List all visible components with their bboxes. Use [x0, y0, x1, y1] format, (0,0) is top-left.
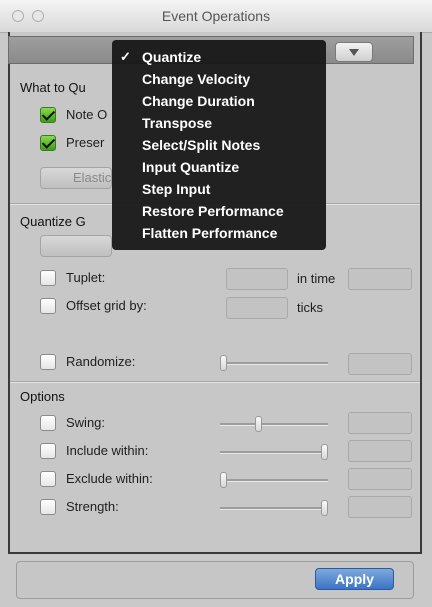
title-bar: Event Operations: [0, 0, 432, 33]
include-within-field[interactable]: [348, 440, 412, 462]
menu-item-flatten-performance[interactable]: Flatten Performance: [112, 222, 326, 244]
randomize-slider-track: [220, 362, 328, 365]
menu-item-label: Change Velocity: [142, 71, 251, 87]
menu-item-select-split-notes[interactable]: Select/Split Notes: [112, 134, 326, 156]
include-slider-track: [220, 451, 328, 454]
menu-item-transpose[interactable]: Transpose: [112, 112, 326, 134]
event-operations-window: Event Operations What to Qu Note O Prese…: [0, 0, 432, 607]
apply-button[interactable]: Apply: [315, 568, 394, 590]
strength-checkbox[interactable]: [40, 499, 56, 515]
menu-item-label: Select/Split Notes: [142, 137, 261, 153]
chevron-down-icon: [349, 49, 359, 56]
swing-field[interactable]: [348, 412, 412, 434]
operation-select-button[interactable]: [335, 42, 373, 62]
checkmark-icon: ✓: [120, 49, 131, 64]
menu-item-label: Step Input: [142, 181, 211, 197]
quantize-grid-heading: Quantize G: [20, 214, 86, 229]
exclude-within-field[interactable]: [348, 468, 412, 490]
menu-item-change-velocity[interactable]: Change Velocity: [112, 68, 326, 90]
exclude-slider-track: [220, 479, 328, 482]
strength-slider-track: [220, 507, 328, 510]
section-divider: [10, 381, 420, 383]
randomize-field[interactable]: [348, 353, 412, 375]
menu-item-quantize[interactable]: ✓ Quantize: [112, 46, 326, 68]
menu-item-label: Flatten Performance: [142, 225, 278, 241]
note-on-checkbox[interactable]: [40, 107, 56, 123]
exclude-within-checkbox[interactable]: [40, 471, 56, 487]
menu-item-change-duration[interactable]: Change Duration: [112, 90, 326, 112]
note-on-label: Note O: [66, 107, 108, 122]
elastic-button[interactable]: Elastic: [40, 167, 112, 189]
tuplet-time-field[interactable]: [348, 268, 412, 290]
options-heading: Options: [20, 389, 65, 404]
offset-grid-checkbox[interactable]: [40, 298, 56, 314]
include-within-checkbox[interactable]: [40, 443, 56, 459]
swing-label: Swing:: [66, 415, 106, 430]
swing-slider[interactable]: [255, 416, 262, 432]
menu-item-input-quantize[interactable]: Input Quantize: [112, 156, 326, 178]
tuplet-checkbox[interactable]: [40, 270, 56, 286]
tuplet-field[interactable]: [226, 268, 288, 290]
offset-grid-label: Offset grid by:: [66, 298, 147, 313]
swing-checkbox[interactable]: [40, 415, 56, 431]
menu-item-label: Transpose: [142, 115, 213, 131]
menu-item-label: Input Quantize: [142, 159, 240, 175]
preserve-checkbox[interactable]: [40, 135, 56, 151]
tuplet-label: Tuplet:: [66, 270, 106, 285]
strength-field[interactable]: [348, 496, 412, 518]
offset-ticks-field[interactable]: [226, 297, 288, 319]
grid-select[interactable]: [40, 235, 112, 257]
offset-ticks-label: ticks: [297, 300, 323, 315]
menu-item-label: Restore Performance: [142, 203, 284, 219]
randomize-checkbox[interactable]: [40, 354, 56, 370]
randomize-slider[interactable]: [220, 355, 227, 371]
tuplet-in-time-label: in time: [297, 271, 336, 286]
menu-item-restore-performance[interactable]: Restore Performance: [112, 200, 326, 222]
preserve-label: Preser: [66, 135, 105, 150]
exclude-within-label: Exclude within:: [66, 471, 153, 486]
randomize-label: Randomize:: [66, 354, 136, 369]
strength-slider[interactable]: [321, 500, 328, 516]
what-to-quantize-heading: What to Qu: [20, 80, 86, 95]
include-within-label: Include within:: [66, 443, 149, 458]
include-within-slider[interactable]: [321, 444, 328, 460]
menu-item-label: Quantize: [142, 49, 202, 65]
window-title: Event Operations: [161, 8, 271, 24]
strength-label: Strength:: [66, 499, 119, 514]
exclude-within-slider[interactable]: [220, 472, 227, 488]
menu-item-step-input[interactable]: Step Input: [112, 178, 326, 200]
swing-slider-track: [220, 423, 328, 426]
operations-menu: ✓ Quantize Change Velocity Change Durati…: [112, 40, 326, 250]
menu-item-label: Change Duration: [142, 93, 255, 109]
